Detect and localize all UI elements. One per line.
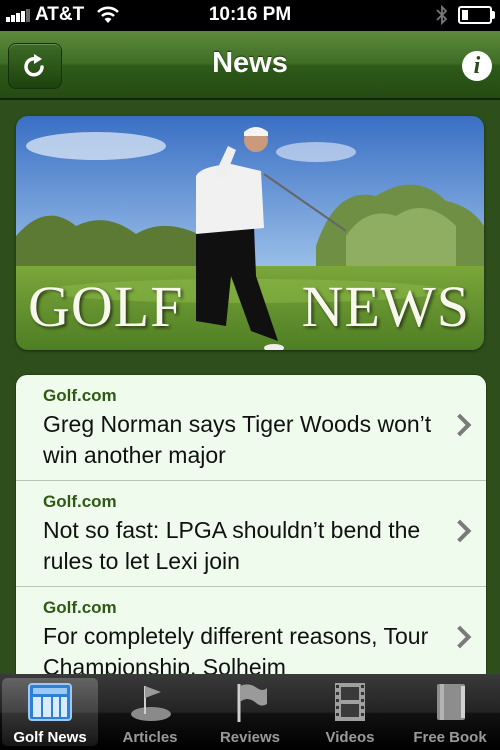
- info-button[interactable]: i: [462, 51, 492, 81]
- news-headline: Greg Norman says Tiger Woods won’t win a…: [43, 411, 432, 468]
- news-list: Golf.com Greg Norman says Tiger Woods wo…: [15, 374, 487, 694]
- navigation-bar: News i: [0, 31, 500, 100]
- chevron-right-icon: [448, 519, 472, 543]
- info-icon: i: [473, 53, 481, 79]
- tab-videos[interactable]: Videos: [300, 674, 400, 750]
- banner-word-golf: GOLF: [28, 274, 184, 339]
- chevron-right-icon: [448, 625, 472, 649]
- news-list-item[interactable]: Golf.com Not so fast: LPGA shouldn’t ben…: [16, 481, 486, 587]
- news-source: Golf.com: [43, 598, 117, 617]
- tab-label: Golf News: [13, 729, 87, 746]
- news-source: Golf.com: [43, 386, 117, 405]
- tab-label: Videos: [325, 729, 375, 746]
- film-icon: [335, 683, 365, 721]
- bluetooth-icon: [436, 5, 448, 25]
- flag-icon: [237, 684, 267, 722]
- banner-word-news: NEWS: [301, 274, 470, 339]
- tab-articles[interactable]: Articles: [100, 674, 200, 750]
- status-bar: AT&T 10:16 PM: [0, 0, 500, 31]
- tab-bar: Golf News Articles Reviews Videos Free B…: [0, 674, 500, 750]
- banner-caption: GOLF NEWS: [16, 274, 484, 340]
- tab-label: Reviews: [219, 729, 281, 746]
- page-title: News: [212, 47, 288, 79]
- tab-free-book[interactable]: Free Book: [400, 674, 500, 750]
- tab-label: Articles: [122, 729, 178, 746]
- golf-flag-icon: [131, 686, 171, 721]
- book-icon: [437, 684, 465, 720]
- newspaper-icon: [28, 683, 72, 721]
- golf-news-banner: GOLF NEWS: [16, 116, 484, 350]
- news-list-item[interactable]: Golf.com Greg Norman says Tiger Woods wo…: [16, 375, 486, 481]
- battery-fill: [462, 10, 468, 20]
- tab-label: Free Book: [413, 729, 487, 746]
- tab-golf-news[interactable]: Golf News: [2, 678, 98, 746]
- tab-reviews[interactable]: Reviews: [200, 674, 300, 750]
- news-headline: Not so fast: LPGA shouldn’t bend the rul…: [43, 517, 421, 574]
- battery-icon: [458, 6, 495, 24]
- news-source: Golf.com: [43, 492, 117, 511]
- status-time: 10:16 PM: [208, 4, 292, 25]
- chevron-right-icon: [448, 413, 472, 437]
- status-right: [436, 5, 495, 25]
